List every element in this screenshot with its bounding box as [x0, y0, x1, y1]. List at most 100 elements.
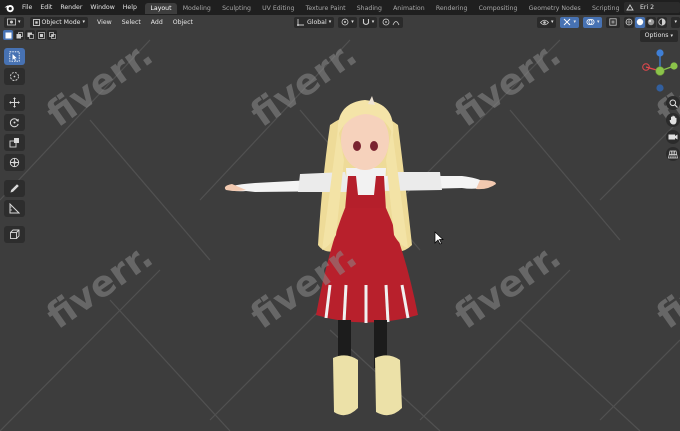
select-intersect-icon	[48, 31, 56, 39]
viewport-header: ▾ Object Mode ▾ View Select Add Object G…	[0, 15, 680, 29]
xray-icon	[609, 18, 618, 26]
top-bar: File Edit Render Window Help Layout Mode…	[0, 0, 680, 15]
select-extend-icon	[16, 31, 23, 38]
transform-orientation-dropdown[interactable]: Global ▾	[293, 16, 335, 28]
add-cube-icon	[10, 229, 20, 239]
wireframe-icon	[626, 18, 633, 26]
xray-toggle[interactable]	[606, 16, 621, 28]
select-intersect-button[interactable]	[47, 30, 57, 40]
select-new-icon	[5, 32, 11, 38]
orientation-icon	[296, 19, 304, 26]
tab-compositing[interactable]: Compositing	[473, 3, 523, 14]
workspace-tabs: Layout Modeling Sculpting UV Editing Tex…	[144, 0, 643, 15]
hand-icon	[669, 115, 676, 125]
gizmo-icon	[564, 18, 571, 26]
select-invert-icon	[37, 31, 45, 39]
menu-view[interactable]: View	[92, 19, 117, 26]
axis-y-negative-icon	[655, 66, 665, 76]
chevron-down-icon: ▾	[351, 19, 354, 25]
orientation-label: Global	[306, 18, 327, 26]
editor-type-button[interactable]: ▾	[4, 16, 24, 28]
chevron-down-icon: ▾	[670, 33, 673, 39]
tab-shading[interactable]: Shading	[351, 3, 387, 14]
tab-layout[interactable]: Layout	[144, 3, 178, 14]
pivot-icon	[341, 18, 349, 26]
shading-solid-button[interactable]	[635, 16, 646, 28]
selection-mode-group	[3, 30, 57, 42]
shading-wireframe-button[interactable]	[624, 16, 635, 28]
tool-cursor[interactable]	[4, 68, 25, 85]
object-visibility-dropdown[interactable]: ▾	[536, 16, 557, 28]
tool-rotate[interactable]	[4, 114, 25, 131]
tab-sculpting[interactable]: Sculpting	[216, 3, 256, 14]
menu-file[interactable]: File	[18, 0, 36, 15]
shading-options-dropdown[interactable]: ▾	[671, 16, 680, 28]
select-subtract-button[interactable]	[25, 30, 35, 40]
menu-edit[interactable]: Edit	[36, 0, 56, 15]
pan-tool[interactable]	[666, 113, 680, 127]
editor-type-icon	[7, 18, 16, 26]
chevron-down-icon: ▾	[550, 19, 554, 25]
blender-logo-icon[interactable]	[0, 0, 18, 15]
shading-material-button[interactable]	[646, 16, 657, 28]
eye-icon	[539, 19, 549, 25]
tab-rendering[interactable]: Rendering	[430, 3, 473, 14]
options-dropdown[interactable]: Options ▾	[639, 30, 678, 42]
menu-object[interactable]: Object	[168, 19, 198, 26]
select-extend-button[interactable]	[14, 30, 24, 40]
shading-rendered-button[interactable]	[657, 16, 668, 28]
pivot-point-dropdown[interactable]: ▾	[338, 16, 357, 28]
rendered-shading-icon	[658, 18, 667, 26]
axis-z-negative-icon	[656, 84, 664, 92]
view-layer-field[interactable]: Eri 2	[634, 2, 680, 13]
scale-icon	[9, 138, 19, 148]
select-new-button[interactable]	[3, 30, 13, 40]
tool-select-box[interactable]	[4, 48, 25, 65]
tool-transform[interactable]	[4, 154, 25, 171]
grid-perspective-icon	[668, 150, 678, 158]
tab-scripting[interactable]: Scripting	[586, 3, 625, 14]
3d-viewport[interactable]	[0, 29, 680, 431]
menu-help[interactable]: Help	[119, 0, 141, 15]
mode-label: Object Mode	[41, 18, 81, 26]
tab-animation[interactable]: Animation	[387, 3, 430, 14]
measure-icon	[9, 203, 20, 214]
overlays-icon	[586, 19, 595, 25]
magnet-icon	[362, 19, 369, 26]
proportional-editing-toggle[interactable]	[379, 16, 404, 28]
chevron-down-icon: ▾	[328, 19, 332, 25]
chevron-down-icon: ▾	[371, 19, 375, 25]
gizmo-toggle[interactable]: ▾	[560, 16, 579, 28]
camera-view-toggle[interactable]	[666, 130, 680, 144]
tool-add-cube[interactable]	[4, 226, 25, 243]
falloff-icon	[392, 21, 400, 26]
navigation-gizmo[interactable]	[634, 44, 680, 96]
snap-toggle[interactable]: ▾	[358, 16, 378, 28]
tool-measure[interactable]	[4, 200, 25, 217]
menu-add[interactable]: Add	[146, 19, 168, 26]
mode-dropdown[interactable]: Object Mode ▾	[29, 16, 89, 28]
tool-scale[interactable]	[4, 134, 25, 151]
tab-geometry-nodes[interactable]: Geometry Nodes	[523, 3, 586, 14]
tab-uv-editing[interactable]: UV Editing	[257, 3, 300, 14]
menu-render[interactable]: Render	[56, 0, 86, 15]
tab-modeling[interactable]: Modeling	[177, 3, 216, 14]
mouse-cursor-icon	[434, 231, 444, 245]
object-mode-icon	[32, 18, 40, 26]
menu-select[interactable]: Select	[117, 19, 146, 26]
zoom-tool[interactable]	[666, 96, 680, 110]
tab-texture-paint[interactable]: Texture Paint	[300, 3, 351, 14]
solid-shading-icon	[637, 18, 644, 26]
menu-window[interactable]: Window	[86, 0, 118, 15]
select-invert-button[interactable]	[36, 30, 46, 40]
shading-mode-group	[624, 16, 668, 28]
overlays-toggle[interactable]: ▾	[582, 16, 603, 28]
perspective-toggle[interactable]	[666, 147, 680, 161]
axis-y-positive-icon	[670, 62, 678, 70]
rotate-icon	[9, 118, 19, 128]
tool-move[interactable]	[4, 94, 25, 111]
tool-annotate[interactable]	[4, 180, 25, 197]
chevron-down-icon: ▾	[18, 19, 21, 25]
proportional-edit-icon	[382, 18, 390, 26]
cursor-3d-icon	[10, 72, 19, 81]
